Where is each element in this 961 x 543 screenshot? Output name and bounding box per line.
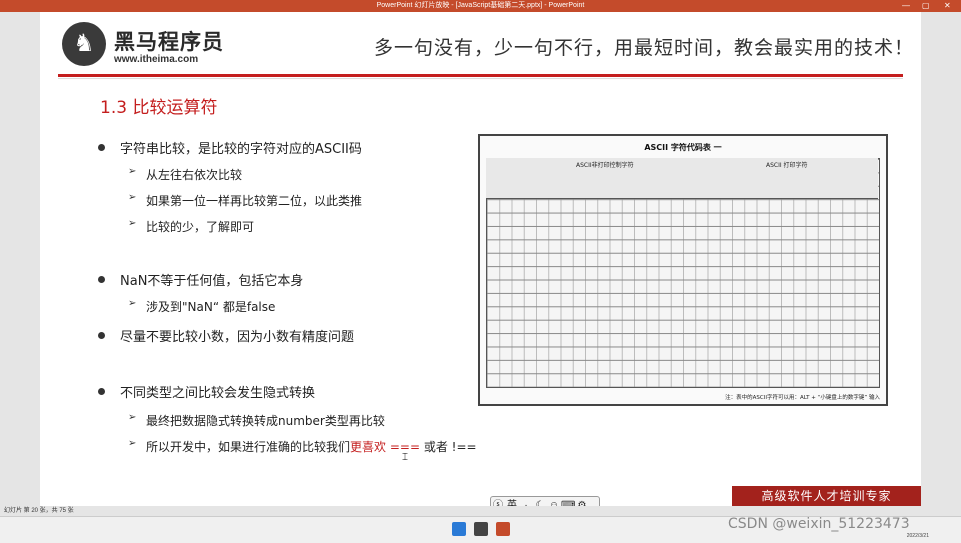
sub-bullet: ➢ 所以开发中，如果进行准确的比较我们更喜欢 === 或者 !== — [128, 438, 477, 455]
sub-bullet: ➢ 最终把数据隐式转换转成number类型再比较 — [128, 412, 385, 429]
sub-text: 比较的少，了解即可 — [146, 220, 255, 234]
ascii-note: 注：表中的ASCII字符可以用：ALT + “小键盘上的数字键” 输入 — [725, 395, 880, 401]
bullet-nan: NaN不等于任何值，包括它本身 — [98, 270, 304, 289]
bullet-dot — [98, 144, 105, 151]
arrow-icon: ➢ — [128, 192, 137, 203]
arrow-icon: ➢ — [128, 412, 137, 423]
header-divider-thin — [58, 78, 903, 79]
sub-text: 最终把数据隐式转换转成number类型再比较 — [146, 414, 385, 428]
minimize-button[interactable]: — — [902, 0, 910, 12]
bullet-decimals: 尽量不要比较小数，因为小数有精度问题 — [98, 326, 355, 345]
bullet-dot — [98, 332, 105, 339]
powerpoint-icon[interactable] — [496, 522, 510, 536]
sub-text: 如果第一位一样再比较第二位，以此类推 — [146, 194, 363, 208]
ascii-right-header: ASCII 打印字符 — [766, 162, 808, 169]
bullet-text: NaN不等于任何值，包括它本身 — [120, 274, 304, 289]
taskbar-date: 2022/3/21 — [906, 533, 929, 539]
ascii-left-header: ASCII非打印控制字符 — [576, 162, 634, 169]
bullet-implicit-conversion: 不同类型之间比较会发生隐式转换 — [98, 382, 316, 401]
sub-bullet: ➢ 比较的少，了解即可 — [128, 218, 255, 235]
sub-text: 涉及到"NaN“ 都是false — [146, 300, 276, 314]
bullet-dot — [98, 276, 105, 283]
logo-url: www.itheima.com — [114, 54, 199, 65]
arrow-icon: ➢ — [128, 298, 137, 309]
watermark: CSDN @weixin_51223473 — [728, 516, 910, 532]
status-bar: 幻灯片 第 20 张，共 75 张 — [0, 506, 961, 516]
slide: ♞ 黑马程序员 www.itheima.com 多一句没有，少一句不行，用最短时… — [40, 12, 921, 506]
horse-logo-icon: ♞ — [62, 22, 106, 66]
bullet-string-compare: 字符串比较，是比较的字符对应的ASCII码 — [98, 138, 362, 157]
slide-counter: 幻灯片 第 20 张，共 75 张 — [4, 508, 74, 514]
cursor-icon: ⌶ — [402, 452, 408, 463]
ascii-table-title: ASCII 字符代码表 一 — [644, 143, 722, 152]
brand-banner: 高级软件人才培训专家 — [732, 486, 921, 506]
arrow-icon: ➢ — [128, 438, 137, 449]
bullet-dot — [98, 388, 105, 395]
logo-text: 黑马程序员 — [114, 30, 224, 54]
section-title: 1.3 比较运算符 — [100, 98, 218, 118]
sub-bullet: ➢ 从左往右依次比较 — [128, 166, 243, 183]
task-view-icon[interactable] — [474, 522, 488, 536]
sub-bullet: ➢ 涉及到"NaN“ 都是false — [128, 298, 276, 315]
arrow-icon: ➢ — [128, 218, 137, 229]
maximize-button[interactable]: ▢ — [922, 0, 930, 12]
sub-text-a: 所以开发中，如果进行准确的比较我们 — [146, 440, 351, 454]
header-divider — [58, 74, 903, 77]
window-title: PowerPoint 幻灯片放映 - [JavaScript基础第二天.pptx… — [376, 2, 585, 9]
logo: ♞ 黑马程序员 www.itheima.com — [62, 22, 252, 70]
sub-text: 从左往右依次比较 — [146, 168, 243, 182]
ascii-table-header: ASCII非打印控制字符 ASCII 打印字符 — [486, 158, 878, 199]
sub-text-c: 或者 !== — [420, 440, 477, 454]
title-bar: PowerPoint 幻灯片放映 - [JavaScript基础第二天.pptx… — [0, 0, 961, 12]
slogan: 多一句没有，少一句不行，用最短时间，教会最实用的技术！ — [374, 37, 915, 59]
sub-bullet: ➢ 如果第一位一样再比较第二位，以此类推 — [128, 192, 363, 209]
close-button[interactable]: ✕ — [944, 0, 951, 12]
bullet-text: 字符串比较，是比较的字符对应的ASCII码 — [120, 142, 362, 157]
right-margin — [921, 12, 961, 506]
left-margin — [0, 12, 40, 506]
windows-start-icon[interactable] — [452, 522, 466, 536]
ascii-table-image: ASCII 字符代码表 一 ASCII非打印控制字符 ASCII 打印字符 注：… — [478, 134, 888, 406]
bullet-text: 不同类型之间比较会发生隐式转换 — [120, 386, 316, 401]
bullet-text: 尽量不要比较小数，因为小数有精度问题 — [120, 330, 355, 345]
sub-text-highlight: 更喜欢 === — [350, 440, 420, 454]
arrow-icon: ➢ — [128, 166, 137, 177]
